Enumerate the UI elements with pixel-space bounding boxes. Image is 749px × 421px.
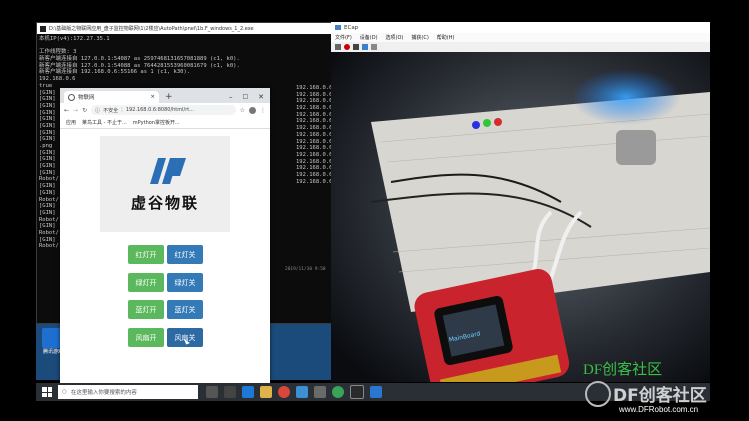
tab-strip: 物联网 × + – □ ✕ [60,88,270,103]
reload-icon[interactable]: ↻ [82,107,87,114]
address-bar: ← → ↻ ⓘ 不安全 | 192.168.0.6:8080/html/rt..… [60,103,270,117]
menu-icon[interactable]: ⋮ [260,107,266,114]
stop-icon[interactable] [353,43,359,50]
console-icon [40,25,46,32]
settings-icon[interactable] [371,43,377,50]
console-line: 新客户端连接自 192.168.0.6:55166 as 1 (c1, k30)… [39,69,191,76]
play-icon[interactable] [362,43,368,50]
console-line: 新客户端连接自 127.0.0.1:54087 as 2597468131657… [39,56,240,63]
blue-light-off-button[interactable]: 蓝灯关 [167,300,203,319]
ecap-title: ECap [344,24,359,31]
console-timestamp: 2019/11/30 9:58 [285,267,326,272]
fan-on-button[interactable]: 风扇开 [128,328,164,347]
mic-icon[interactable] [206,386,218,398]
file-explorer-icon[interactable] [260,386,272,398]
bookmarks-bar: 应用 莱鸟工具 - 不止于... mPython掌控板开... [60,117,270,129]
logo-area: 虚谷物联 [100,136,230,232]
video-watermark: DF创客社区 [583,361,662,378]
maximize-icon[interactable]: □ [242,93,248,100]
ecap-toolbar [331,42,710,51]
camera-scene: MainBoard DF创客社区 [331,52,710,382]
logo-text: 虚谷物联 [130,194,199,212]
green-light-on-button[interactable]: 绿灯开 [128,273,164,292]
chrome-icon[interactable] [278,386,290,398]
task-view-icon[interactable] [224,386,236,398]
console-line: 本机IP(v4):172.27.35.1 [39,36,110,42]
browser-tab[interactable]: 物联网 × [64,91,159,103]
red-light-off-button[interactable]: 红灯关 [167,245,203,264]
ecap-titlebar[interactable]: ECap [331,22,710,33]
save-icon[interactable] [335,43,341,50]
green-led [483,119,491,127]
search-placeholder: 在这里输入你要搜索的内容 [70,390,137,396]
menu-item[interactable]: 文件(F) [335,34,352,41]
menu-item[interactable]: 选项(O) [386,34,404,41]
console-titlebar[interactable]: D:\基础版之物联网应用_盘子监控物联网\1\2楼应\AutoPath\pnel… [37,23,332,34]
ecap-menubar: 文件(F) 设备(D) 选项(O) 捕获(C) 帮助(H) [331,33,710,42]
url-input[interactable]: ⓘ 不安全 | 192.168.0.6:8080/html/rt... [91,105,236,115]
menu-item[interactable]: 帮助(H) [437,34,455,41]
browser-window[interactable]: 物联网 × + – □ ✕ ← → ↻ ⓘ 不安全 | 192.168.0.6:… [60,88,270,388]
menu-item[interactable]: 捕获(C) [411,34,428,41]
brand-logo-icon [585,381,611,407]
star-icon[interactable]: ☆ [240,107,245,114]
record-icon[interactable] [344,43,350,50]
back-icon[interactable]: ← [64,107,69,114]
console-line: 192.168.0.6 [39,76,76,83]
ecap-window[interactable]: ECap 文件(F) 设备(D) 选项(O) 捕获(C) 帮助(H) MainB… [331,22,710,382]
windows-start-icon[interactable] [42,387,52,397]
video-preview: MainBoard DF创客社区 [331,52,710,382]
app-icon[interactable] [370,386,382,398]
edge-icon[interactable] [242,386,254,398]
app-icon[interactable] [314,386,326,398]
tab-title: 物联网 [78,95,95,101]
close-window-icon[interactable]: ✕ [258,93,264,101]
blue-light-on-button[interactable]: 蓝灯开 [128,300,164,319]
green-light-off-button[interactable]: 绿灯关 [167,273,203,292]
account-icon[interactable] [249,106,256,114]
new-tab-button[interactable]: + [165,92,173,102]
security-label: 不安全 [103,107,119,114]
fan-motor [616,130,656,165]
logo-icon [150,158,186,184]
bookmark-item[interactable]: mPython掌控板开... [133,119,180,126]
brand-watermark: DF创客社区 www.DFRobot.com.cn [585,381,749,419]
camera-icon [335,25,341,30]
menu-item[interactable]: 设备(D) [360,34,378,41]
blue-led [472,121,480,129]
store-icon[interactable] [296,386,308,398]
console-title: D:\基础版之物联网应用_盘子监控物联网\1\2楼应\AutoPath\pnel… [49,26,254,32]
info-icon: ⓘ [95,107,101,114]
bookmark-item[interactable]: 莱鸟工具 - 不止于... [82,119,127,126]
globe-icon [68,93,75,101]
console-icon[interactable] [350,385,364,399]
taskbar-search[interactable]: ○ 在这里输入你要搜索的内容 [58,385,198,399]
url-text: 192.168.0.6:8080/html/rt... [125,107,194,113]
forward-icon[interactable]: → [73,107,78,114]
search-icon: ○ [62,389,67,395]
brand-url: www.DFRobot.com.cn [619,405,699,414]
close-tab-icon[interactable]: × [150,94,155,100]
app-icon[interactable] [332,386,344,398]
minimize-icon[interactable]: – [229,93,233,101]
red-light-on-button[interactable]: 红灯开 [128,245,164,264]
brand-name: DF创客社区 [613,386,707,406]
bookmark-item[interactable]: 应用 [66,119,76,126]
spinning-fan [571,69,681,125]
red-led [494,118,502,126]
